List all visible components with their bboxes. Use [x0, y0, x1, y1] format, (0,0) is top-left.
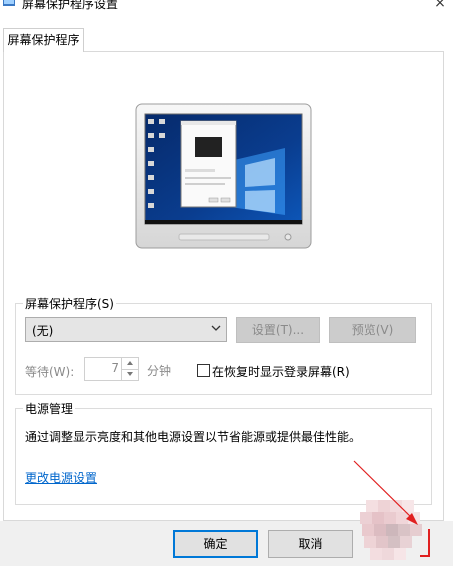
screensaver-select[interactable]: (无)	[25, 317, 227, 342]
wait-unit: 分钟	[147, 364, 172, 378]
spin-buttons	[121, 358, 138, 380]
power-group-label: 电源管理	[23, 400, 76, 417]
screensaver-select-value: (无)	[32, 324, 54, 338]
change-power-settings-link[interactable]: 更改电源设置	[25, 469, 97, 486]
monitor-preview	[135, 103, 312, 249]
resume-checkbox[interactable]	[197, 364, 210, 377]
close-icon[interactable]: ×	[432, 0, 448, 11]
wait-label: 等待(W):	[25, 365, 75, 379]
screensaver-group-label: 屏幕保护程序(S)	[23, 295, 116, 312]
chevron-down-icon	[211, 325, 221, 331]
cancel-button[interactable]: 取消	[268, 530, 353, 558]
resume-checkbox-label[interactable]: 在恢复时显示登录屏幕(R)	[212, 363, 350, 380]
tab-screensaver[interactable]: 屏幕保护程序	[3, 28, 84, 52]
annotation-highlight	[420, 529, 430, 557]
wait-value: 7	[111, 361, 119, 375]
app-icon	[3, 0, 15, 6]
wait-spinner[interactable]: 7	[84, 357, 139, 381]
preview-button[interactable]: 预览(V)	[329, 317, 416, 343]
spin-down-icon[interactable]	[122, 369, 138, 380]
window-title: 屏幕保护程序设置	[22, 0, 119, 11]
power-description: 通过调整显示亮度和其他电源设置以节省能源或提供最佳性能。	[25, 430, 362, 444]
settings-button[interactable]: 设置(T)...	[236, 317, 320, 343]
title-bar: 屏幕保护程序设置 ×	[0, 0, 453, 16]
ok-button[interactable]: 确定	[173, 530, 258, 558]
